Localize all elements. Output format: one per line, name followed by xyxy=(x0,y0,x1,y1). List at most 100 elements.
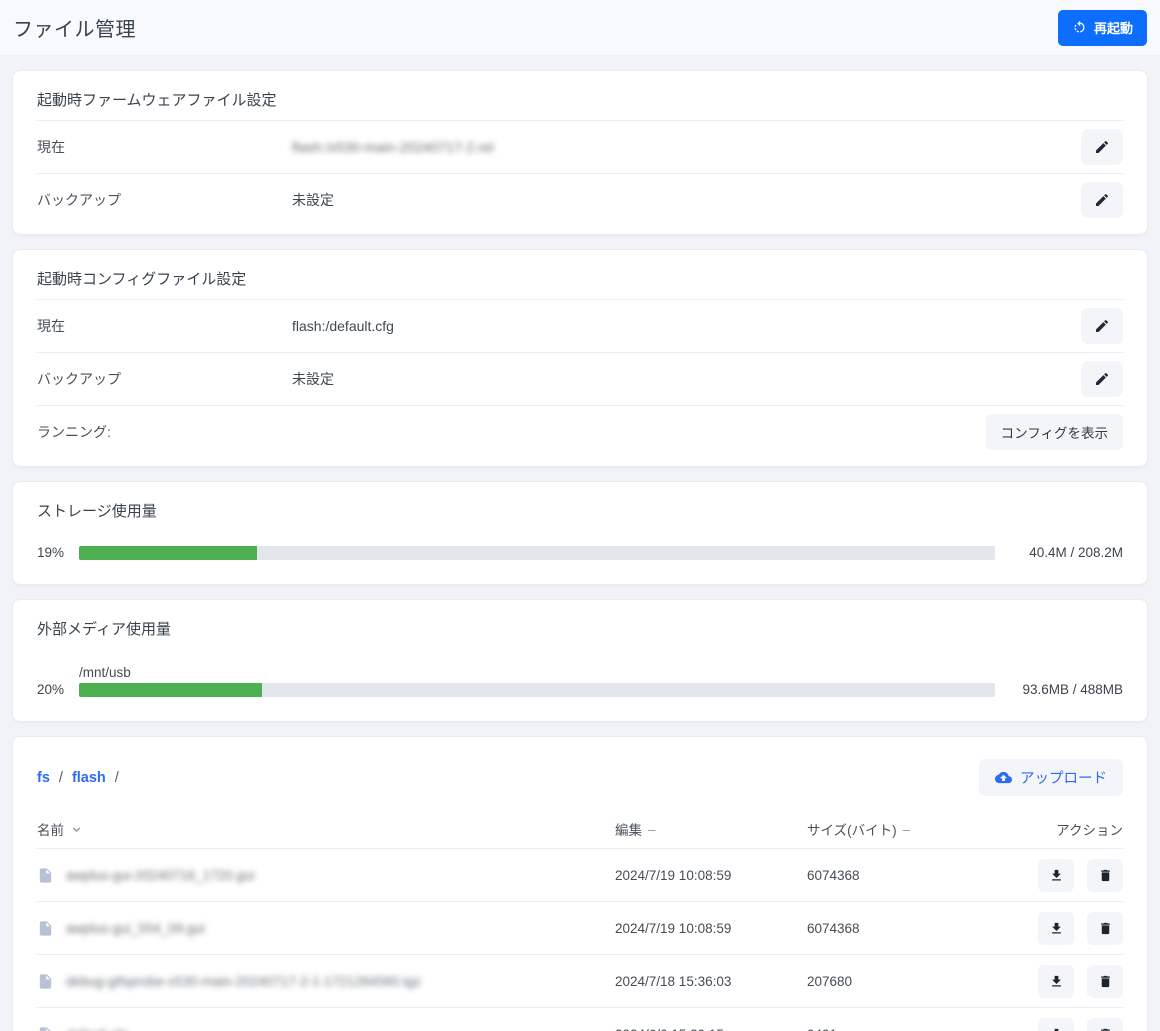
storage-card-title: ストレージ使用量 xyxy=(37,498,1123,531)
config-current-label: 現在 xyxy=(37,316,292,336)
file-size: 207680 xyxy=(807,974,1027,989)
trash-icon xyxy=(1098,921,1113,936)
column-header-edited[interactable]: 編集 – xyxy=(615,819,807,839)
restart-button[interactable]: 再起動 xyxy=(1058,10,1147,46)
page-title: ファイル管理 xyxy=(13,13,136,42)
file-name: default.cfg xyxy=(66,1027,128,1031)
breadcrumb-separator: / xyxy=(115,770,119,786)
show-config-button[interactable]: コンフィグを表示 xyxy=(986,414,1123,450)
cloud-upload-icon xyxy=(995,769,1012,786)
table-row: awplus-gui-20240716_1720.gui 2024/7/19 1… xyxy=(37,848,1123,901)
download-button[interactable] xyxy=(1038,859,1074,892)
delete-button[interactable] xyxy=(1087,965,1123,998)
config-running-label: ランニング: xyxy=(37,422,292,442)
file-browser-toolbar: fs / flash / アップロード xyxy=(37,753,1123,810)
breadcrumb-flash-link[interactable]: flash xyxy=(72,770,106,786)
breadcrumb-separator: / xyxy=(59,770,63,786)
file-icon xyxy=(37,1025,54,1031)
config-current-edit-button[interactable] xyxy=(1081,308,1123,344)
table-row: default.cfg 2024/6/6 15:39:15 9491 xyxy=(37,1007,1123,1031)
delete-button[interactable] xyxy=(1087,859,1123,892)
external-media-mount: /mnt/usb xyxy=(79,665,1123,680)
download-icon xyxy=(1049,921,1064,936)
storage-progress-track xyxy=(79,546,995,560)
column-header-size-label: サイズ(バイト) xyxy=(807,819,897,839)
column-header-name[interactable]: 名前 xyxy=(37,819,615,839)
file-edited: 2024/7/18 15:36:03 xyxy=(615,974,807,989)
file-name: awplus-gui-20240716_1720.gui xyxy=(66,868,254,883)
download-button[interactable] xyxy=(1038,1018,1074,1031)
firmware-current-value: flash:/x530-main-20240717-2.rel xyxy=(292,139,1081,155)
download-button[interactable] xyxy=(1038,912,1074,945)
table-row: awplus-gui_554_09.gui 2024/7/19 10:08:59… xyxy=(37,901,1123,954)
storage-progress-fill xyxy=(79,546,257,560)
external-media-usage-amount: 93.6MB / 488MB xyxy=(995,682,1123,697)
external-media-progress-track xyxy=(79,683,995,697)
config-backup-edit-button[interactable] xyxy=(1081,361,1123,397)
file-edited: 2024/7/19 10:08:59 xyxy=(615,868,807,883)
config-settings-card: 起動時コンフィグファイル設定 現在 flash:/default.cfg バック… xyxy=(12,249,1148,467)
file-icon xyxy=(37,866,54,885)
external-media-usage-row: 20% 93.6MB / 488MB xyxy=(37,682,1123,697)
column-header-edited-label: 編集 xyxy=(615,819,642,839)
storage-percent: 19% xyxy=(37,545,79,560)
pencil-icon xyxy=(1094,139,1110,155)
column-header-name-label: 名前 xyxy=(37,819,64,839)
file-name: awplus-gui_554_09.gui xyxy=(66,921,205,936)
file-size: 9491 xyxy=(807,1027,1027,1031)
delete-button[interactable] xyxy=(1087,912,1123,945)
chevron-down-icon xyxy=(70,823,83,836)
firmware-current-label: 現在 xyxy=(37,137,292,157)
pencil-icon xyxy=(1094,371,1110,387)
file-size: 6074368 xyxy=(807,868,1027,883)
firmware-backup-label: バックアップ xyxy=(37,190,292,210)
sort-dash-icon: – xyxy=(648,822,656,837)
breadcrumb: fs / flash / xyxy=(37,770,119,786)
trash-icon xyxy=(1098,1027,1113,1031)
file-table-header: 名前 編集 – サイズ(バイト) – アクション xyxy=(37,810,1123,848)
trash-icon xyxy=(1098,868,1113,883)
file-edited: 2024/7/19 10:08:59 xyxy=(615,921,807,936)
trash-icon xyxy=(1098,974,1113,989)
storage-usage-card: ストレージ使用量 19% 40.4M / 208.2M xyxy=(12,481,1148,585)
external-media-card-title: 外部メディア使用量 xyxy=(37,616,1123,649)
file-name: debug-gifsprobe-x530-main-20240717-2-1-1… xyxy=(66,974,421,989)
storage-usage-amount: 40.4M / 208.2M xyxy=(995,545,1123,560)
file-table: 名前 編集 – サイズ(バイト) – アクション xyxy=(37,810,1123,1031)
restart-button-label: 再起動 xyxy=(1094,18,1133,37)
breadcrumb-fs-link[interactable]: fs xyxy=(37,770,50,786)
restart-icon xyxy=(1072,20,1087,35)
upload-button-label: アップロード xyxy=(1020,767,1107,788)
top-bar: ファイル管理 再起動 xyxy=(0,0,1160,56)
file-edited: 2024/6/6 15:39:15 xyxy=(615,1027,807,1031)
column-header-size[interactable]: サイズ(バイト) – xyxy=(807,819,1027,839)
column-header-actions: アクション xyxy=(1027,819,1123,839)
config-running-row: ランニング: コンフィグを表示 xyxy=(37,405,1123,458)
pencil-icon xyxy=(1094,192,1110,208)
firmware-backup-value: 未設定 xyxy=(292,190,1081,210)
pencil-icon xyxy=(1094,318,1110,334)
config-backup-row: バックアップ 未設定 xyxy=(37,352,1123,405)
table-row: debug-gifsprobe-x530-main-20240717-2-1-1… xyxy=(37,954,1123,1007)
config-backup-label: バックアップ xyxy=(37,369,292,389)
download-icon xyxy=(1049,974,1064,989)
column-header-actions-label: アクション xyxy=(1056,819,1123,839)
download-button[interactable] xyxy=(1038,965,1074,998)
firmware-current-row: 現在 flash:/x530-main-20240717-2.rel xyxy=(37,120,1123,173)
external-media-card: 外部メディア使用量 /mnt/usb 20% 93.6MB / 488MB xyxy=(12,599,1148,722)
config-current-value: flash:/default.cfg xyxy=(292,318,1081,334)
firmware-settings-card: 起動時ファームウェアファイル設定 現在 flash:/x530-main-202… xyxy=(12,70,1148,235)
file-size: 6074368 xyxy=(807,921,1027,936)
external-media-progress-fill xyxy=(79,683,262,697)
config-backup-value: 未設定 xyxy=(292,369,1081,389)
delete-button[interactable] xyxy=(1087,1018,1123,1031)
firmware-current-edit-button[interactable] xyxy=(1081,129,1123,165)
file-icon xyxy=(37,972,54,991)
storage-usage-row: 19% 40.4M / 208.2M xyxy=(37,545,1123,560)
firmware-card-title: 起動時ファームウェアファイル設定 xyxy=(37,87,1123,120)
download-icon xyxy=(1049,868,1064,883)
firmware-backup-edit-button[interactable] xyxy=(1081,182,1123,218)
upload-button[interactable]: アップロード xyxy=(979,759,1123,796)
file-browser-card: fs / flash / アップロード 名前 編集 – サイ xyxy=(12,736,1148,1031)
external-media-percent: 20% xyxy=(37,682,79,697)
